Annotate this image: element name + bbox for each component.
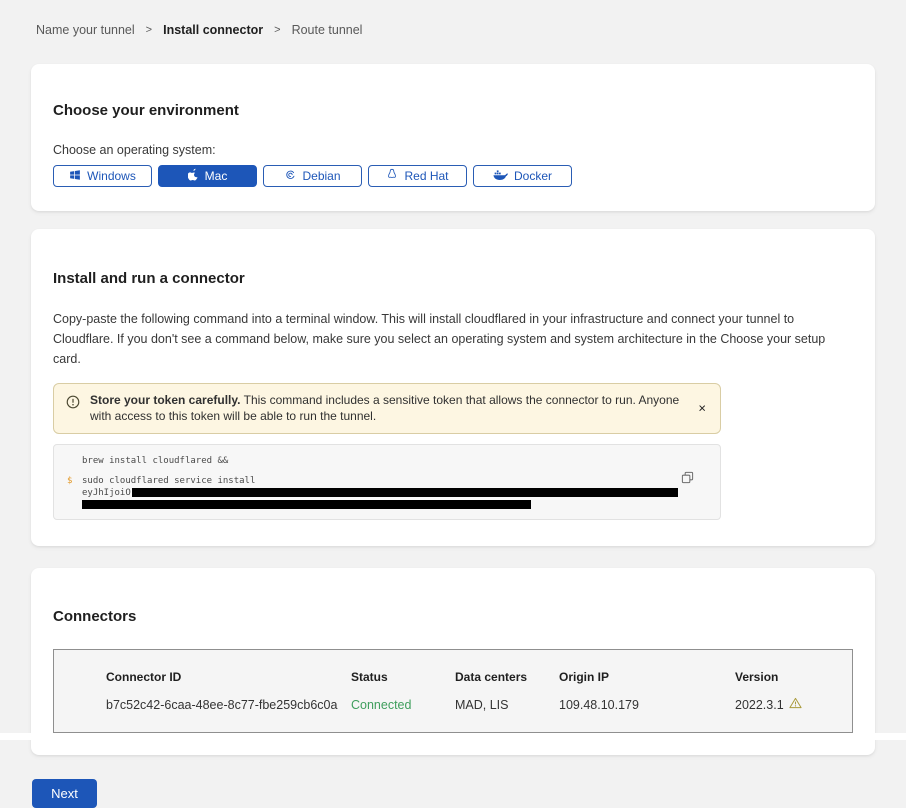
install-connector-card: Install and run a connector Copy-paste t… bbox=[31, 229, 875, 545]
column-header-status: Status bbox=[351, 670, 455, 684]
warning-triangle-icon bbox=[789, 697, 802, 712]
choose-environment-card: Choose your environment Choose an operat… bbox=[31, 64, 875, 211]
code-line-brew: brew install cloudflared && bbox=[54, 455, 720, 467]
status-badge: Connected bbox=[351, 698, 455, 712]
os-button-docker[interactable]: Docker bbox=[473, 165, 572, 187]
info-circle-icon bbox=[66, 395, 80, 414]
apple-icon bbox=[188, 168, 199, 184]
code-command-text: sudo cloudflared service install bbox=[82, 475, 255, 487]
code-line-gap bbox=[54, 467, 720, 475]
redacted-token-bar-2 bbox=[82, 500, 531, 509]
connectors-card: Connectors Connector ID Status Data cent… bbox=[31, 568, 875, 755]
footer-strip bbox=[0, 733, 906, 740]
os-button-label: Mac bbox=[205, 169, 228, 183]
redacted-token-bar-1 bbox=[132, 488, 678, 497]
install-description: Copy-paste the following command into a … bbox=[53, 309, 853, 369]
card-title-install: Install and run a connector bbox=[53, 270, 853, 287]
connectors-table: Connector ID Status Data centers Origin … bbox=[53, 649, 853, 733]
close-icon[interactable]: × bbox=[696, 400, 708, 417]
os-button-mac[interactable]: Mac bbox=[158, 165, 257, 187]
version-text: 2022.3.1 bbox=[735, 698, 784, 712]
token-warning-banner: Store your token carefully. This command… bbox=[53, 383, 721, 434]
os-button-debian[interactable]: Debian bbox=[263, 165, 362, 187]
breadcrumb-step-name-tunnel[interactable]: Name your tunnel bbox=[36, 23, 135, 37]
card-title-connectors: Connectors bbox=[53, 608, 853, 625]
breadcrumb-separator: > bbox=[146, 24, 152, 36]
token-prefix-text: eyJhIjoiO bbox=[82, 487, 131, 499]
column-header-origin-ip: Origin IP bbox=[559, 670, 735, 684]
os-button-label: Docker bbox=[514, 169, 552, 183]
breadcrumb-separator: > bbox=[274, 24, 280, 36]
windows-icon bbox=[69, 169, 81, 184]
os-select-label: Choose an operating system: bbox=[53, 143, 853, 157]
cell-data-centers: MAD, LIS bbox=[455, 698, 559, 712]
os-button-group: Windows Mac Debian Red Hat Docker bbox=[53, 165, 853, 187]
os-button-label: Debian bbox=[302, 169, 340, 183]
code-line-sudo: $ sudo cloudflared service install bbox=[54, 475, 720, 487]
os-button-label: Windows bbox=[87, 169, 136, 183]
column-header-version: Version bbox=[735, 670, 842, 684]
column-header-connector-id: Connector ID bbox=[106, 670, 351, 684]
install-command-code-block: brew install cloudflared && $ sudo cloud… bbox=[53, 444, 721, 520]
copy-icon[interactable] bbox=[681, 471, 694, 487]
breadcrumb-step-install-connector[interactable]: Install connector bbox=[163, 23, 263, 37]
shell-prompt: $ bbox=[54, 475, 82, 487]
cell-connector-id: b7c52c42-6caa-48ee-8c77-fbe259cb6c0a bbox=[106, 698, 351, 712]
docker-icon bbox=[493, 169, 508, 184]
os-button-windows[interactable]: Windows bbox=[53, 165, 152, 187]
warning-title: Store your token carefully. bbox=[90, 393, 241, 407]
os-button-label: Red Hat bbox=[404, 169, 448, 183]
cell-origin-ip: 109.48.10.179 bbox=[559, 698, 735, 712]
breadcrumb: Name your tunnel > Install connector > R… bbox=[0, 0, 906, 37]
breadcrumb-step-route-tunnel[interactable]: Route tunnel bbox=[292, 23, 363, 37]
warning-text: Store your token carefully. This command… bbox=[90, 392, 686, 425]
next-button[interactable]: Next bbox=[32, 779, 97, 808]
code-line-token: eyJhIjoiO bbox=[54, 487, 720, 499]
cell-version: 2022.3.1 bbox=[735, 697, 842, 712]
os-button-redhat[interactable]: Red Hat bbox=[368, 165, 467, 187]
redhat-icon bbox=[386, 168, 398, 184]
column-header-data-centers: Data centers bbox=[455, 670, 559, 684]
debian-icon bbox=[284, 169, 296, 184]
card-title-environment: Choose your environment bbox=[53, 102, 853, 119]
